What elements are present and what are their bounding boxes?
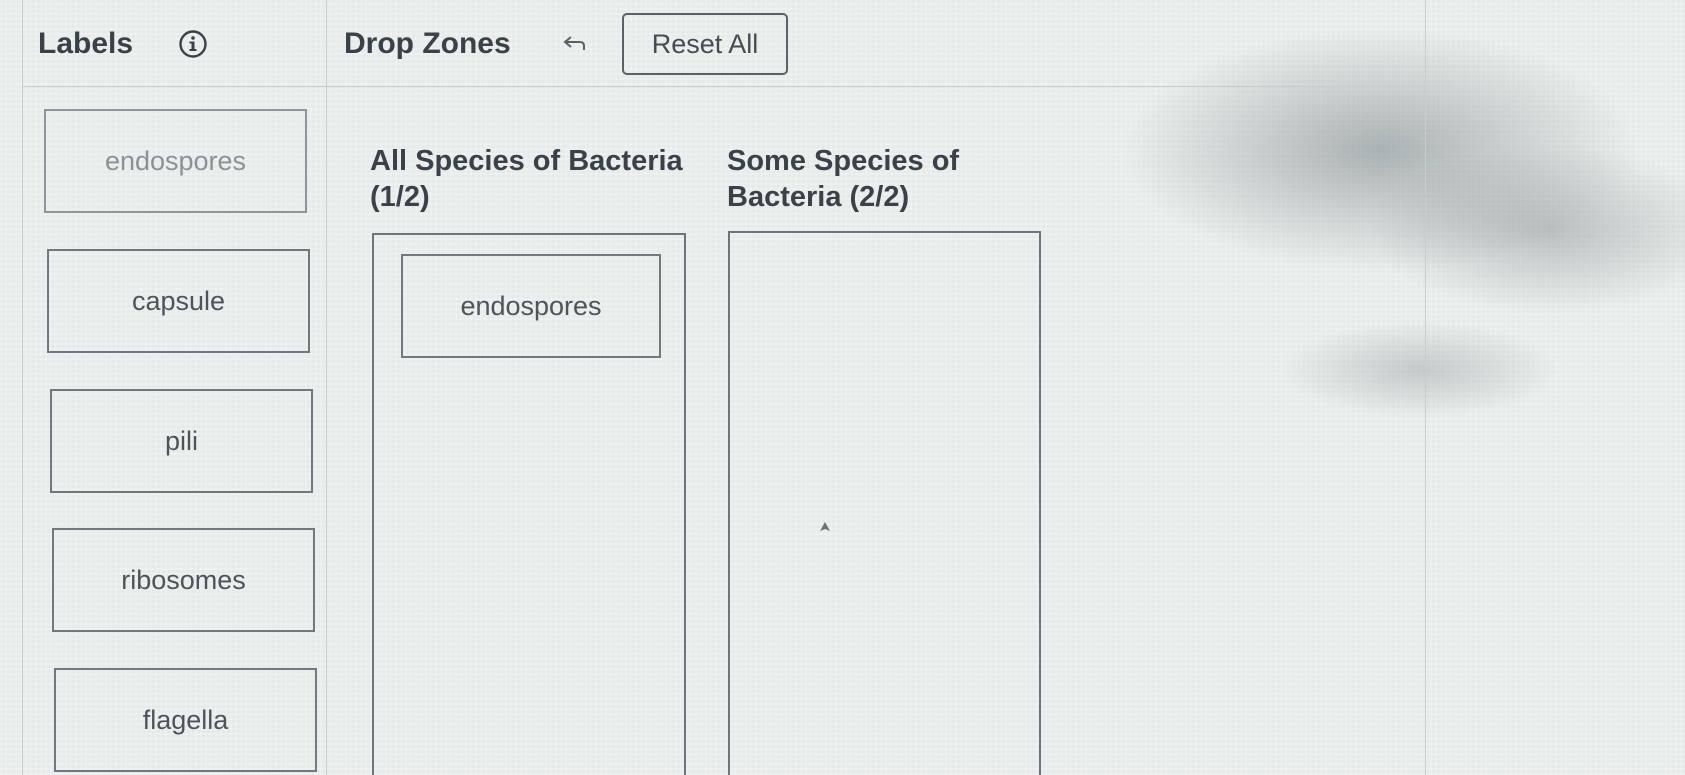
header-divider [22, 86, 1426, 87]
drop-zone-all-species[interactable]: endospores [372, 233, 686, 775]
undo-arrow-icon[interactable] [560, 32, 588, 58]
zone-title-all-species: All Species of Bacteria (1/2) [370, 145, 683, 213]
label-card-ribosomes[interactable]: ribosomes [52, 528, 315, 632]
reset-all-button[interactable]: Reset All [622, 13, 788, 75]
zone-title-some-species: Some Species of Bacteria (2/2) [727, 145, 960, 213]
labels-panel-divider [326, 0, 327, 775]
label-card-flagella[interactable]: flagella [54, 668, 317, 772]
placed-card-endospores[interactable]: endospores [401, 254, 661, 358]
labels-heading: Labels [38, 27, 134, 60]
drop-zone-some-species[interactable] [728, 231, 1041, 775]
drop-zones-heading: Drop Zones [344, 27, 511, 60]
label-card-pili[interactable]: pili [50, 389, 313, 493]
drag-drop-screen: Labels Drop Zones Reset All endospores c… [0, 0, 1685, 775]
left-panel-border [22, 0, 23, 775]
label-card-endospores[interactable]: endospores [44, 109, 307, 213]
right-panel-border [1425, 0, 1426, 775]
info-circle-icon[interactable] [178, 29, 208, 59]
mouse-pointer-icon [820, 522, 830, 531]
label-card-capsule[interactable]: capsule [47, 249, 310, 353]
